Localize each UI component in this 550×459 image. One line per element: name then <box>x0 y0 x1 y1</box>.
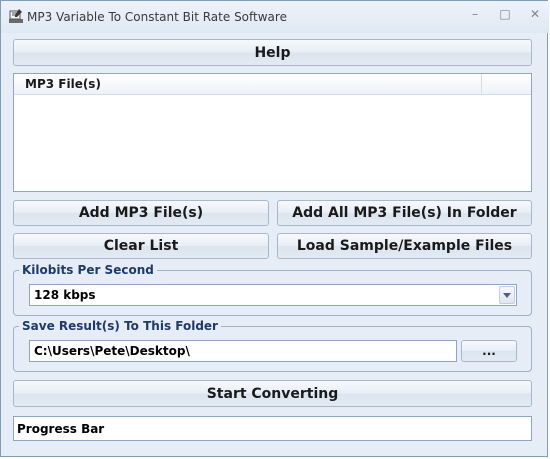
browse-button[interactable]: ... <box>461 340 517 362</box>
load-sample-button[interactable]: Load Sample/Example Files <box>277 233 532 259</box>
close-icon[interactable]: ✕ <box>529 7 541 21</box>
kbps-group-label: Kilobits Per Second <box>19 263 157 277</box>
progress-bar: Progress Bar <box>13 416 532 441</box>
help-button[interactable]: Help <box>13 39 532 66</box>
column-header-mp3-files[interactable]: MP3 File(s) <box>14 74 482 94</box>
save-folder-group-label: Save Result(s) To This Folder <box>19 319 221 333</box>
start-converting-button[interactable]: Start Converting <box>13 380 532 407</box>
save-folder-field-wrapper <box>29 340 457 362</box>
save-folder-path-field[interactable] <box>30 341 456 361</box>
kbps-selected-value: 128 kbps <box>34 288 96 302</box>
minimize-icon[interactable]: – <box>469 7 481 21</box>
maximize-icon[interactable]: □ <box>499 7 511 21</box>
mp3-file-list[interactable]: MP3 File(s) <box>13 73 532 192</box>
add-mp3-files-button[interactable]: Add MP3 File(s) <box>13 200 269 226</box>
app-icon <box>9 9 23 23</box>
title-bar[interactable]: MP3 Variable To Constant Bit Rate Softwa… <box>1 1 549 33</box>
window-controls: – □ ✕ <box>469 7 541 21</box>
clear-list-button[interactable]: Clear List <box>13 233 269 259</box>
progress-bar-label: Progress Bar <box>17 422 105 436</box>
list-header: MP3 File(s) <box>14 74 531 95</box>
chevron-down-icon[interactable] <box>499 286 515 304</box>
app-window: MP3 Variable To Constant Bit Rate Softwa… <box>0 0 549 457</box>
kbps-select[interactable]: 128 kbps <box>29 284 517 306</box>
add-folder-button[interactable]: Add All MP3 File(s) In Folder <box>277 200 532 226</box>
window-title: MP3 Variable To Constant Bit Rate Softwa… <box>27 10 287 24</box>
